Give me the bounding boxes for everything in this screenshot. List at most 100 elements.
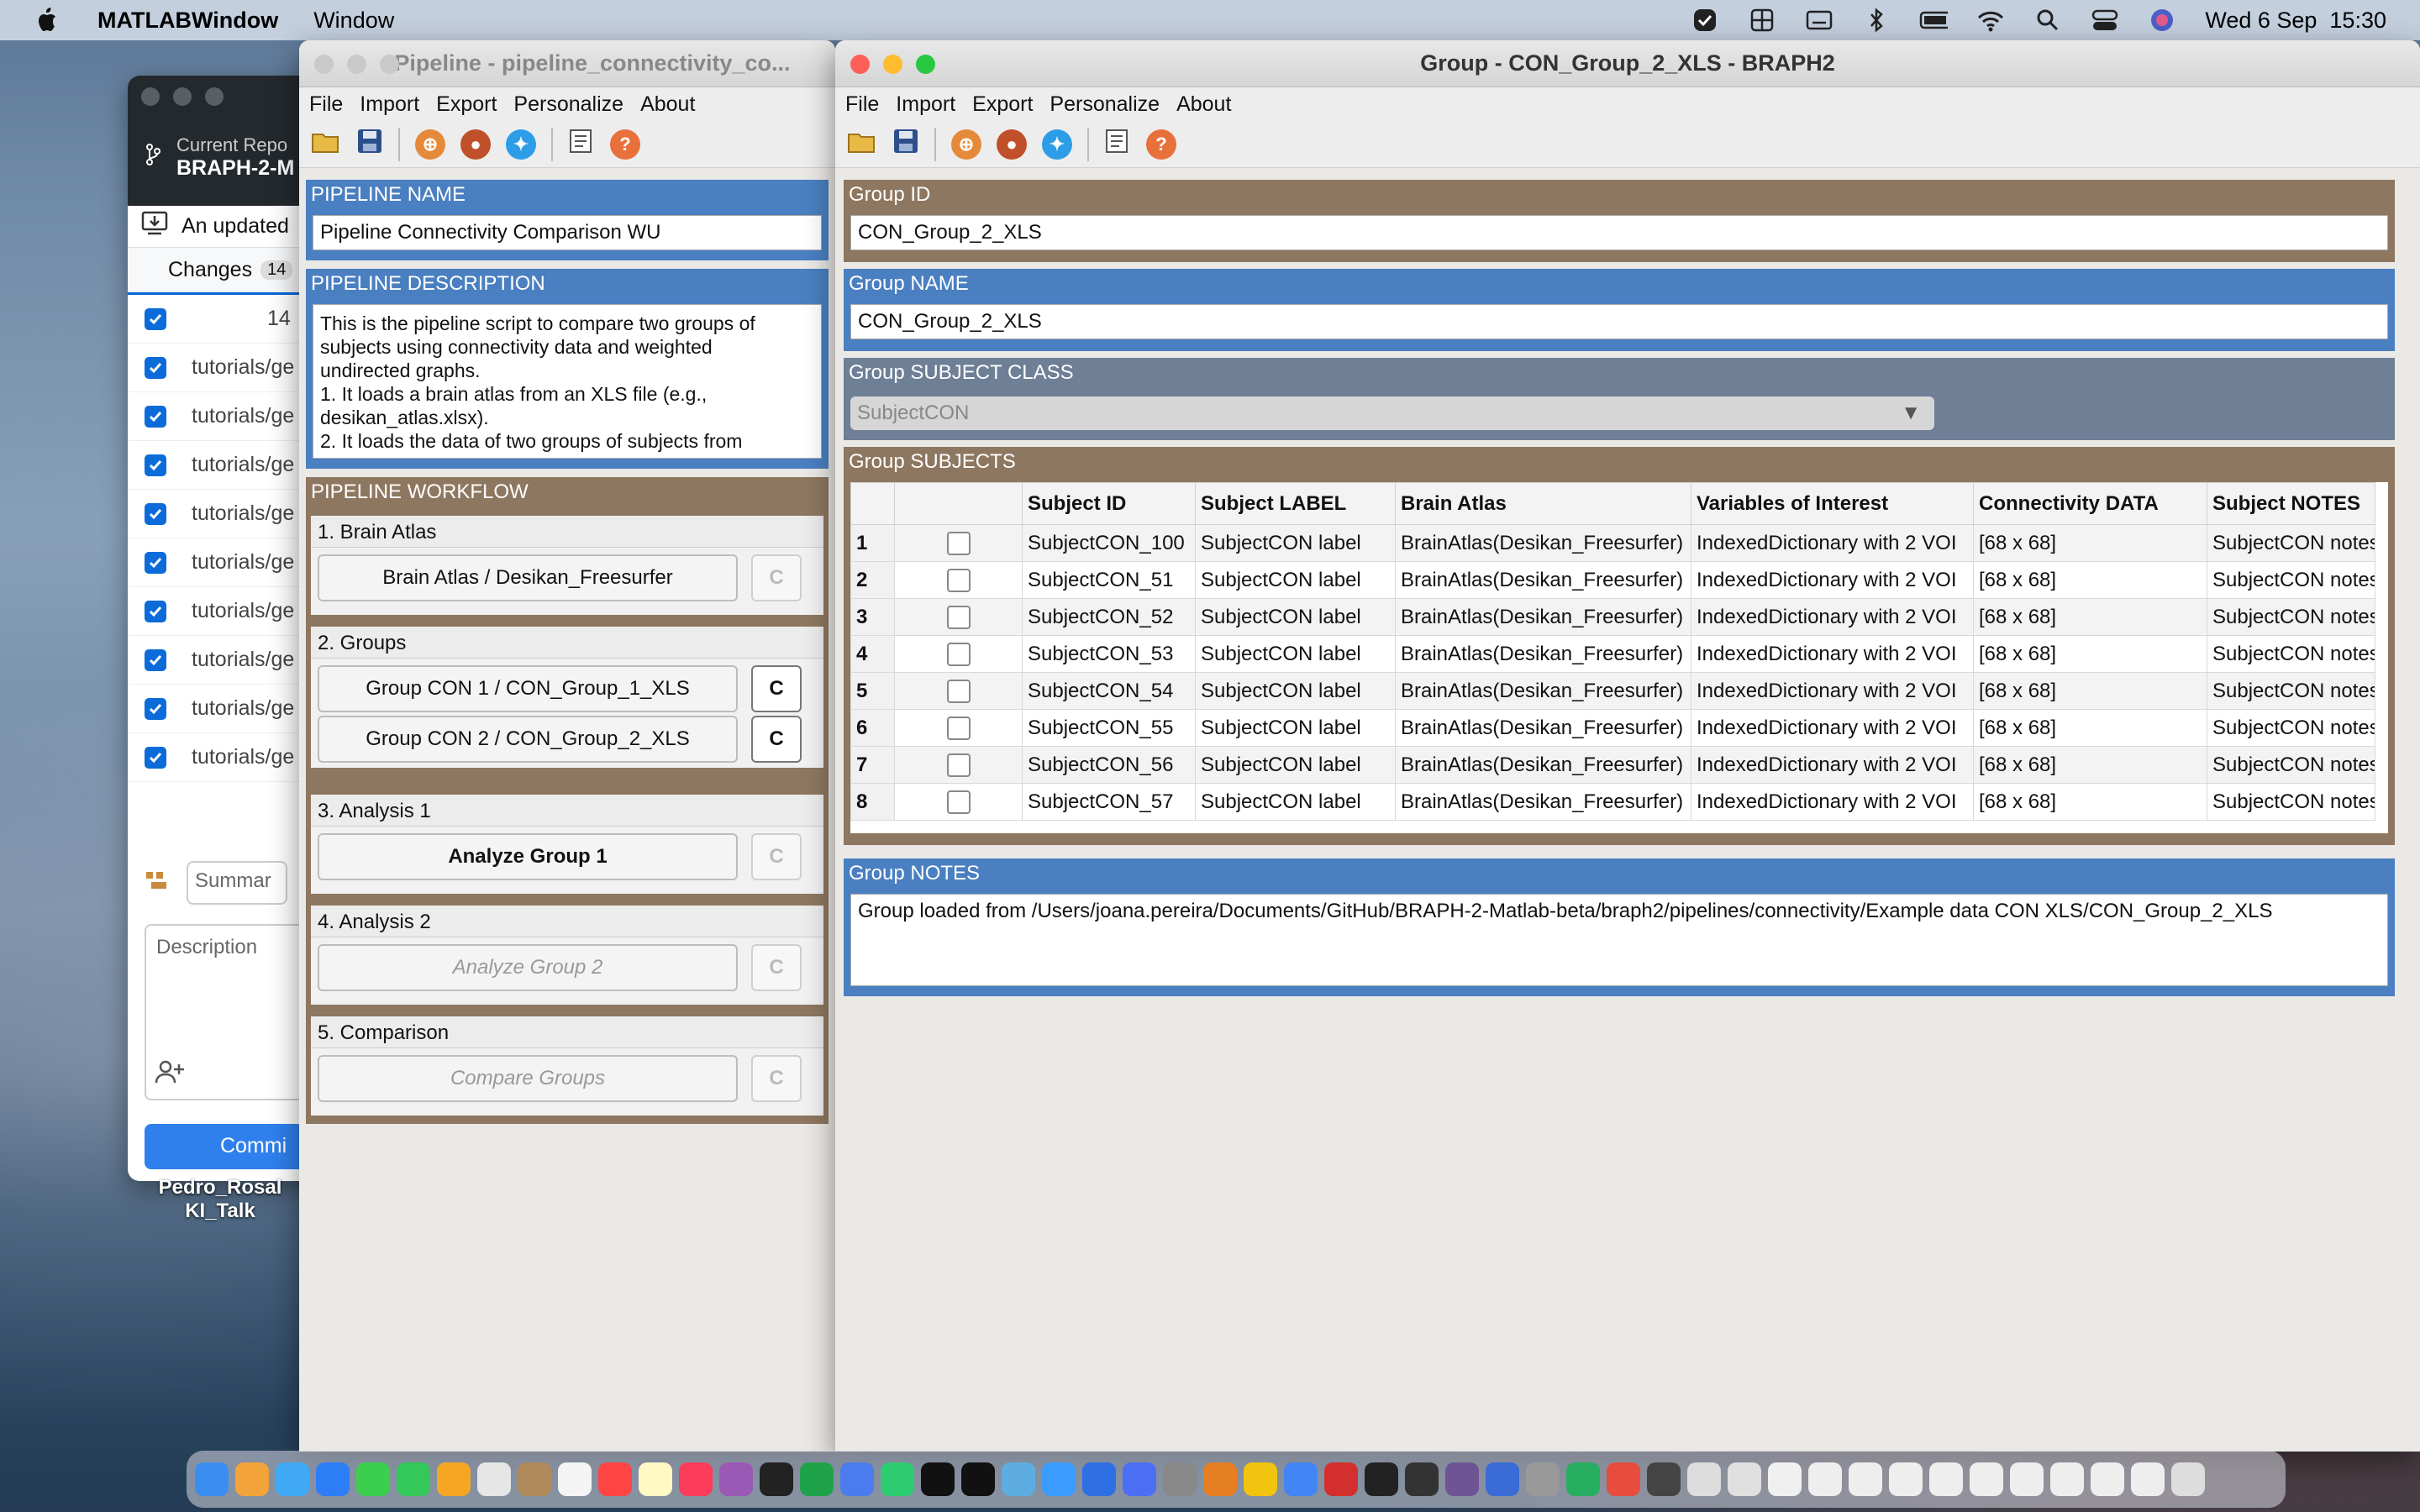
table-cell[interactable]: SubjectCON_52: [1022, 598, 1196, 636]
dock-app-icon[interactable]: [1042, 1462, 1076, 1496]
table-row[interactable]: 3 SubjectCON_52 SubjectCON label BrainAtlas…: [850, 598, 2375, 636]
workflow-c-button[interactable]: C: [751, 833, 802, 880]
report-icon[interactable]: [568, 128, 595, 160]
table-cell[interactable]: BrainAtlas(Desikan_Freesurfer): [1395, 672, 1691, 710]
workflow-button[interactable]: Group CON 1 / CON_Group_1_XLS: [318, 665, 738, 712]
table-cell[interactable]: SubjectCON label: [1195, 746, 1396, 784]
dock-app-icon[interactable]: [1284, 1462, 1318, 1496]
checkmark-status-icon[interactable]: [1691, 8, 1719, 33]
table-cell[interactable]: IndexedDictionary with 2 VOI: [1691, 524, 1974, 562]
table-cell[interactable]: [68 x 68]: [1973, 783, 2207, 821]
table-cell[interactable]: SubjectCON_100: [1022, 524, 1196, 562]
dock-app-icon[interactable]: [276, 1462, 309, 1496]
dock-app-icon[interactable]: [1526, 1462, 1560, 1496]
dock-app-icon[interactable]: [679, 1462, 713, 1496]
table-row[interactable]: 6 SubjectCON_55 SubjectCON label BrainAtlas…: [850, 709, 2375, 747]
row-checkbox[interactable]: [946, 605, 971, 629]
dock-app-icon[interactable]: [356, 1462, 390, 1496]
table-cell[interactable]: SubjectCON label: [1195, 672, 1396, 710]
dock-app-icon[interactable]: [1728, 1462, 1761, 1496]
row-checkbox[interactable]: [946, 679, 971, 703]
pipeline-name-field[interactable]: Pipeline Connectivity Comparison WU: [313, 215, 822, 250]
dock-app-icon[interactable]: [558, 1462, 592, 1496]
table-cell[interactable]: [68 x 68]: [1973, 709, 2207, 747]
table-cell[interactable]: SubjectCON_55: [1022, 709, 1196, 747]
row-checkbox[interactable]: [946, 531, 971, 555]
table-cell[interactable]: SubjectCON label: [1195, 635, 1396, 673]
dock-app-icon[interactable]: [1486, 1462, 1519, 1496]
pipeline-description-field[interactable]: This is the pipeline script to compare t…: [313, 304, 822, 459]
desktop-file-label[interactable]: Pedro_Rosal KI_Talk: [153, 1176, 287, 1223]
row-checkbox[interactable]: [946, 753, 971, 777]
dock-app-icon[interactable]: [1324, 1462, 1358, 1496]
open-folder-icon[interactable]: [847, 128, 877, 160]
table-cell[interactable]: BrainAtlas(Desikan_Freesurfer): [1395, 598, 1691, 636]
add-coauthor-icon[interactable]: [155, 1059, 185, 1090]
app-name-menu[interactable]: MATLABWindow: [97, 8, 278, 34]
table-cell[interactable]: SubjectCON label: [1195, 598, 1396, 636]
bluetooth-icon[interactable]: [1862, 8, 1891, 33]
table-cell[interactable]: BrainAtlas(Desikan_Freesurfer): [1395, 709, 1691, 747]
dock-app-icon[interactable]: [518, 1462, 551, 1496]
workflow-button[interactable]: Compare Groups: [318, 1055, 738, 1102]
summary-input[interactable]: Summar: [187, 861, 287, 905]
twitter-icon[interactable]: ✦: [506, 129, 536, 160]
dock-app-icon[interactable]: [1244, 1462, 1277, 1496]
report-icon[interactable]: [1104, 128, 1131, 160]
table-cell[interactable]: IndexedDictionary with 2 VOI: [1691, 709, 1974, 747]
table-cell[interactable]: BrainAtlas(Desikan_Freesurfer): [1395, 635, 1691, 673]
workflow-button[interactable]: Brain Atlas / Desikan_Freesurfer: [318, 554, 738, 601]
dock-app-icon[interactable]: [800, 1462, 834, 1496]
close-button[interactable]: [850, 55, 870, 74]
table-row[interactable]: 8 SubjectCON_57 SubjectCON label BrainAtlas…: [850, 783, 2375, 821]
file-checkbox[interactable]: [145, 746, 166, 769]
table-cell[interactable]: SubjectCON_57: [1022, 783, 1196, 821]
dock-app-icon[interactable]: [1768, 1462, 1802, 1496]
column-header[interactable]: [850, 482, 895, 525]
dock-app-icon[interactable]: [437, 1462, 471, 1496]
column-header[interactable]: Subject ID: [1022, 482, 1196, 525]
zoom-dot[interactable]: [205, 87, 224, 106]
web-icon[interactable]: ⊕: [415, 129, 445, 160]
table-cell[interactable]: [68 x 68]: [1973, 635, 2207, 673]
dock-app-icon[interactable]: [639, 1462, 672, 1496]
table-row[interactable]: 2 SubjectCON_51 SubjectCON label BrainAtlas…: [850, 561, 2375, 599]
dock-app-icon[interactable]: [1808, 1462, 1842, 1496]
row-checkbox[interactable]: [946, 790, 971, 814]
menu-personalize[interactable]: Personalize: [513, 92, 623, 117]
subject-class-dropdown[interactable]: SubjectCON ▼: [850, 396, 1934, 430]
table-cell[interactable]: IndexedDictionary with 2 VOI: [1691, 635, 1974, 673]
table-row[interactable]: 4 SubjectCON_53 SubjectCON label BrainAtlas…: [850, 635, 2375, 673]
file-checkbox[interactable]: [145, 502, 166, 525]
dock-app-icon[interactable]: [1082, 1462, 1116, 1496]
grid-status-icon[interactable]: [1748, 8, 1776, 33]
column-header[interactable]: Connectivity DATA: [1973, 482, 2207, 525]
dock-app-icon[interactable]: [760, 1462, 793, 1496]
file-checkbox[interactable]: [145, 697, 166, 720]
table-cell[interactable]: SubjectCON notes: [2207, 672, 2375, 710]
file-checkbox[interactable]: [145, 551, 166, 574]
current-repo-selector[interactable]: Current Repo BRAPH-2-M: [145, 134, 294, 181]
column-header[interactable]: Subject NOTES: [2207, 482, 2375, 525]
dock-app-icon[interactable]: [2050, 1462, 2084, 1496]
workflow-c-button[interactable]: C: [751, 944, 802, 991]
dock-app-icon[interactable]: [881, 1462, 914, 1496]
subjects-table-container[interactable]: Subject ID Subject LABEL Brain Atlas Variab…: [850, 482, 2388, 833]
zoom-button[interactable]: [916, 55, 935, 74]
twitter-icon[interactable]: ✦: [1042, 129, 1072, 160]
dock-app-icon[interactable]: [235, 1462, 269, 1496]
table-cell[interactable]: SubjectCON label: [1195, 524, 1396, 562]
dock-app-icon[interactable]: [2131, 1462, 2165, 1496]
table-cell[interactable]: SubjectCON_54: [1022, 672, 1196, 710]
workflow-button[interactable]: Analyze Group 2: [318, 944, 738, 991]
dock-app-icon[interactable]: [598, 1462, 632, 1496]
dock-app-icon[interactable]: [1607, 1462, 1640, 1496]
column-header[interactable]: Variables of Interest: [1691, 482, 1974, 525]
help-icon[interactable]: ?: [610, 129, 640, 160]
forum-icon[interactable]: ●: [460, 129, 491, 160]
table-cell[interactable]: SubjectCON_51: [1022, 561, 1196, 599]
dock-app-icon[interactable]: [2171, 1462, 2205, 1496]
table-row[interactable]: 7 SubjectCON_56 SubjectCON label BrainAtlas…: [850, 746, 2375, 784]
file-checkbox[interactable]: [145, 600, 166, 622]
table-cell[interactable]: BrainAtlas(Desikan_Freesurfer): [1395, 746, 1691, 784]
